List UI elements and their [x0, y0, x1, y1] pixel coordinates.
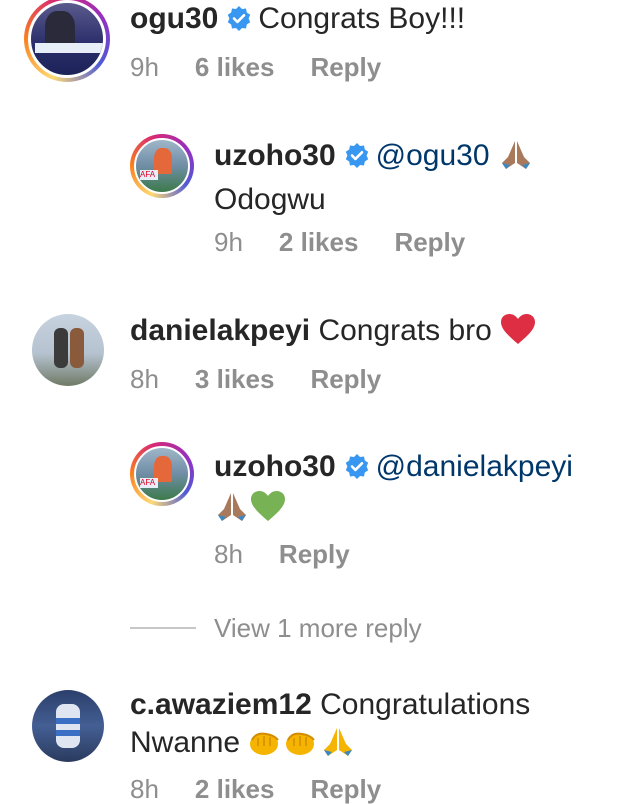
likes-count[interactable]: 2 likes [279, 227, 359, 257]
username-uzoho30[interactable]: uzoho30 [214, 139, 336, 172]
comment-text: Congratulations [320, 688, 531, 721]
comment-time: 8h [130, 364, 159, 394]
comment-meta: 9h 2 likes Reply [214, 227, 501, 257]
likes-count[interactable]: 3 likes [195, 364, 275, 394]
view-more-replies[interactable]: View 1 more reply [130, 610, 422, 646]
clapping-hands-icon [248, 726, 284, 768]
username-ogu30[interactable]: ogu30 [130, 2, 218, 35]
comment-text-row: ogu30 Congrats Boy!!! [130, 0, 465, 41]
comment-time: 8h [214, 539, 243, 569]
comment-text: Congrats Boy!!! [258, 2, 466, 35]
reply-button[interactable]: Reply [310, 52, 381, 82]
comment-text-block: c.awaziem12 Congratulations Nwanne [130, 686, 610, 768]
mention-link[interactable]: @ogu30 [376, 139, 490, 172]
reply-button[interactable]: Reply [279, 539, 350, 569]
reply-button[interactable]: Reply [310, 364, 381, 394]
comment-meta: 9h 6 likes Reply [130, 52, 417, 82]
folded-hands-icon [214, 491, 250, 533]
username-danielakpeyi[interactable]: danielakpeyi [130, 314, 310, 347]
comment-text: Congrats bro [318, 314, 492, 347]
username-c-awaziem12[interactable]: c.awaziem12 [130, 688, 312, 721]
clapping-hands-icon [284, 726, 320, 768]
folded-hands-icon [320, 726, 356, 768]
verified-badge-icon [344, 140, 370, 178]
reply-button[interactable]: Reply [310, 774, 381, 804]
avatar-ogu30[interactable] [24, 0, 110, 82]
comment-meta: 8h 3 likes Reply [130, 364, 417, 394]
avatar-uzoho30[interactable]: AFA [130, 442, 194, 506]
avatar-danielakpeyi[interactable] [32, 314, 104, 386]
view-more-label[interactable]: View 1 more reply [214, 613, 422, 644]
comment-text-line2: Nwanne [130, 726, 241, 759]
likes-count[interactable]: 6 likes [195, 52, 275, 82]
username-uzoho30[interactable]: uzoho30 [214, 450, 336, 483]
mention-link[interactable]: @danielakpeyi [376, 450, 573, 483]
likes-count[interactable]: 2 likes [195, 774, 275, 804]
avatar-uzoho30[interactable]: AFA [130, 134, 194, 198]
green-heart-icon [250, 491, 286, 533]
comment-meta: 8h 2 likes Reply [130, 774, 417, 804]
folded-hands-icon [498, 139, 534, 181]
verified-badge-icon [344, 451, 370, 489]
red-heart-icon [500, 314, 536, 356]
comment-time: 8h [130, 774, 159, 804]
comment-meta: 8h Reply [214, 539, 386, 569]
reply-button[interactable]: Reply [394, 227, 465, 257]
comment-text: Odogwu [214, 183, 326, 216]
verified-badge-icon [226, 3, 252, 41]
comment-text-row: danielakpeyi Congrats bro [130, 312, 536, 356]
comment-time: 9h [130, 52, 159, 82]
divider-line [130, 627, 196, 629]
comment-time: 9h [214, 227, 243, 257]
reply-text-block: uzoho30 @ogu30 Odogwu [214, 137, 614, 219]
reply-text-block: uzoho30 @danielakpeyi [214, 448, 624, 533]
avatar-c-awaziem12[interactable] [32, 690, 104, 762]
